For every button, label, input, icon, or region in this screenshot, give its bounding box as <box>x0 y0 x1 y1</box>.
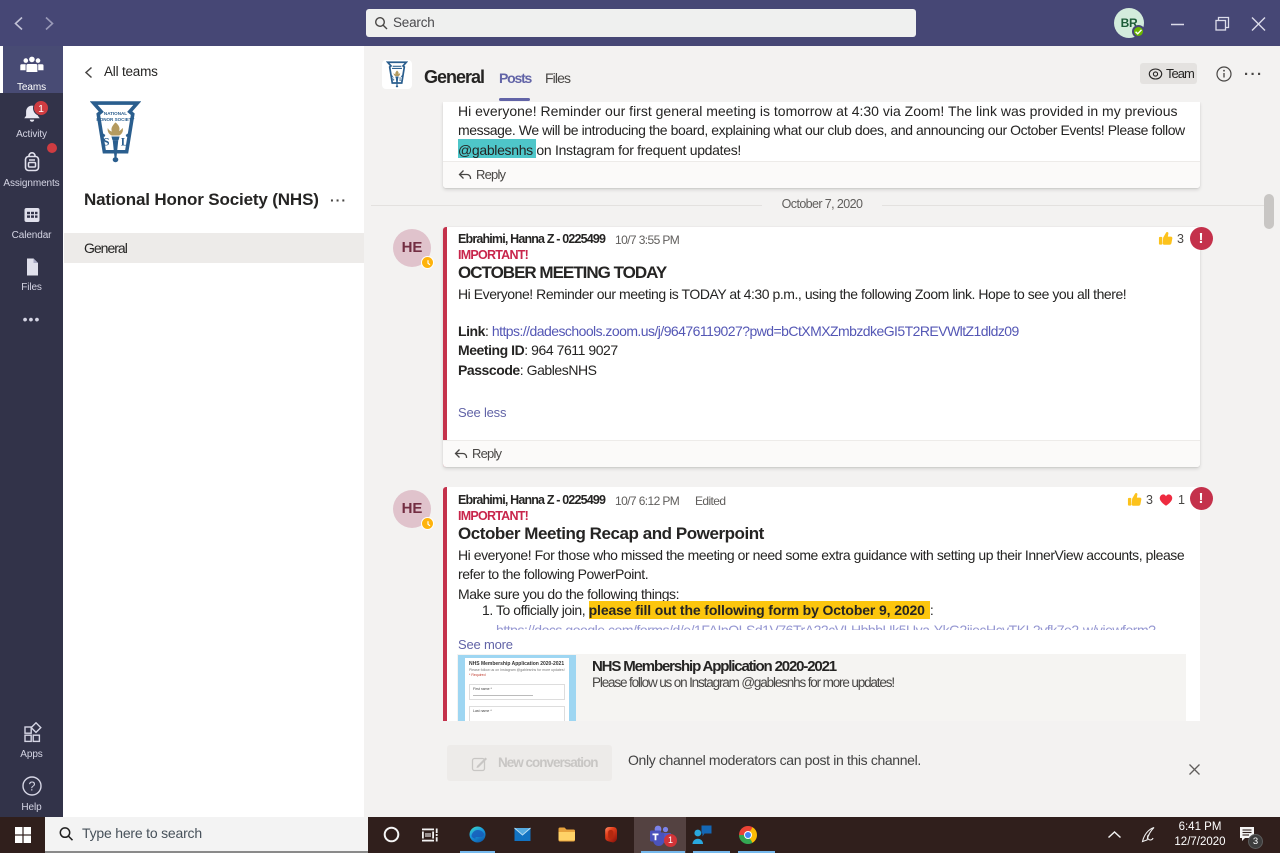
svg-text:HONOR SOCIETY: HONOR SOCIETY <box>96 117 134 122</box>
svg-text:L: L <box>121 137 128 149</box>
svg-text:?: ? <box>28 780 35 794</box>
svg-text:NATIONAL: NATIONAL <box>104 111 127 116</box>
svg-text:S: S <box>103 137 109 149</box>
svg-text:L: L <box>399 77 403 83</box>
svg-text:S: S <box>392 77 395 83</box>
